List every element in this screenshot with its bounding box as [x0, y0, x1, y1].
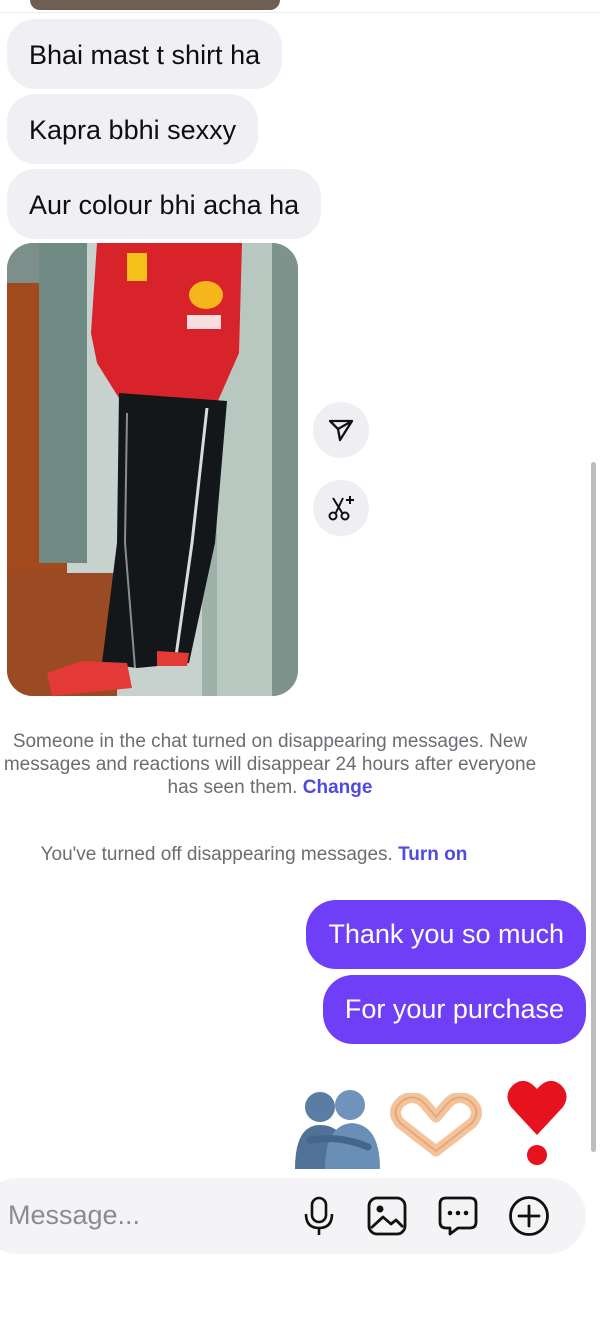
share-button[interactable]: [313, 402, 369, 458]
send-icon: [328, 419, 354, 442]
message-text: Kapra bbhi sexxy: [29, 115, 237, 145]
outgoing-message[interactable]: Thank you so much: [306, 900, 586, 969]
previous-message-edge: [0, 0, 600, 13]
message-text: For your purchase: [344, 994, 564, 1024]
disappearing-off-notice: You've turned off disappearing messages.…: [0, 843, 508, 866]
incoming-message[interactable]: Kapra bbhi sexxy: [7, 94, 259, 164]
outgoing-message[interactable]: For your purchase: [322, 975, 586, 1044]
message-text: Thank you so much: [328, 919, 564, 949]
microphone-button[interactable]: [298, 1195, 340, 1237]
heart-hands-emoji: [390, 1092, 482, 1162]
message-text: Aur colour bhi acha ha: [29, 190, 300, 220]
heart-exclamation-emoji: [505, 1075, 569, 1172]
shared-photo[interactable]: [7, 243, 298, 696]
ai-edit-button[interactable]: [313, 480, 369, 536]
gallery-button[interactable]: [366, 1195, 408, 1237]
sticker-button[interactable]: [437, 1195, 479, 1237]
ai-edit-icon: [328, 496, 354, 521]
previous-image-edge: [30, 0, 280, 10]
turn-on-link[interactable]: Turn on: [398, 844, 467, 865]
change-link[interactable]: Change: [303, 777, 373, 798]
message-input[interactable]: Message...: [8, 1200, 140, 1231]
emoji-message[interactable]: [290, 1075, 580, 1175]
people-hugging-emoji: [290, 1085, 382, 1174]
disappearing-messages-notice: Someone in the chat turned on disappeari…: [0, 730, 550, 799]
incoming-message[interactable]: Bhai mast t shirt ha: [7, 19, 283, 89]
notice-text: Someone in the chat turned on disappeari…: [3, 731, 537, 798]
more-button[interactable]: [508, 1195, 550, 1237]
message-text: Bhai mast t shirt ha: [29, 40, 261, 70]
image-icon: [367, 1196, 407, 1236]
microphone-icon: [304, 1196, 334, 1235]
scrollbar[interactable]: [591, 462, 596, 1152]
sticker-chat-icon: [438, 1196, 478, 1236]
incoming-message[interactable]: Aur colour bhi acha ha: [7, 169, 322, 239]
plus-icon: [509, 1196, 549, 1236]
notice-text: You've turned off disappearing messages.: [40, 844, 393, 865]
